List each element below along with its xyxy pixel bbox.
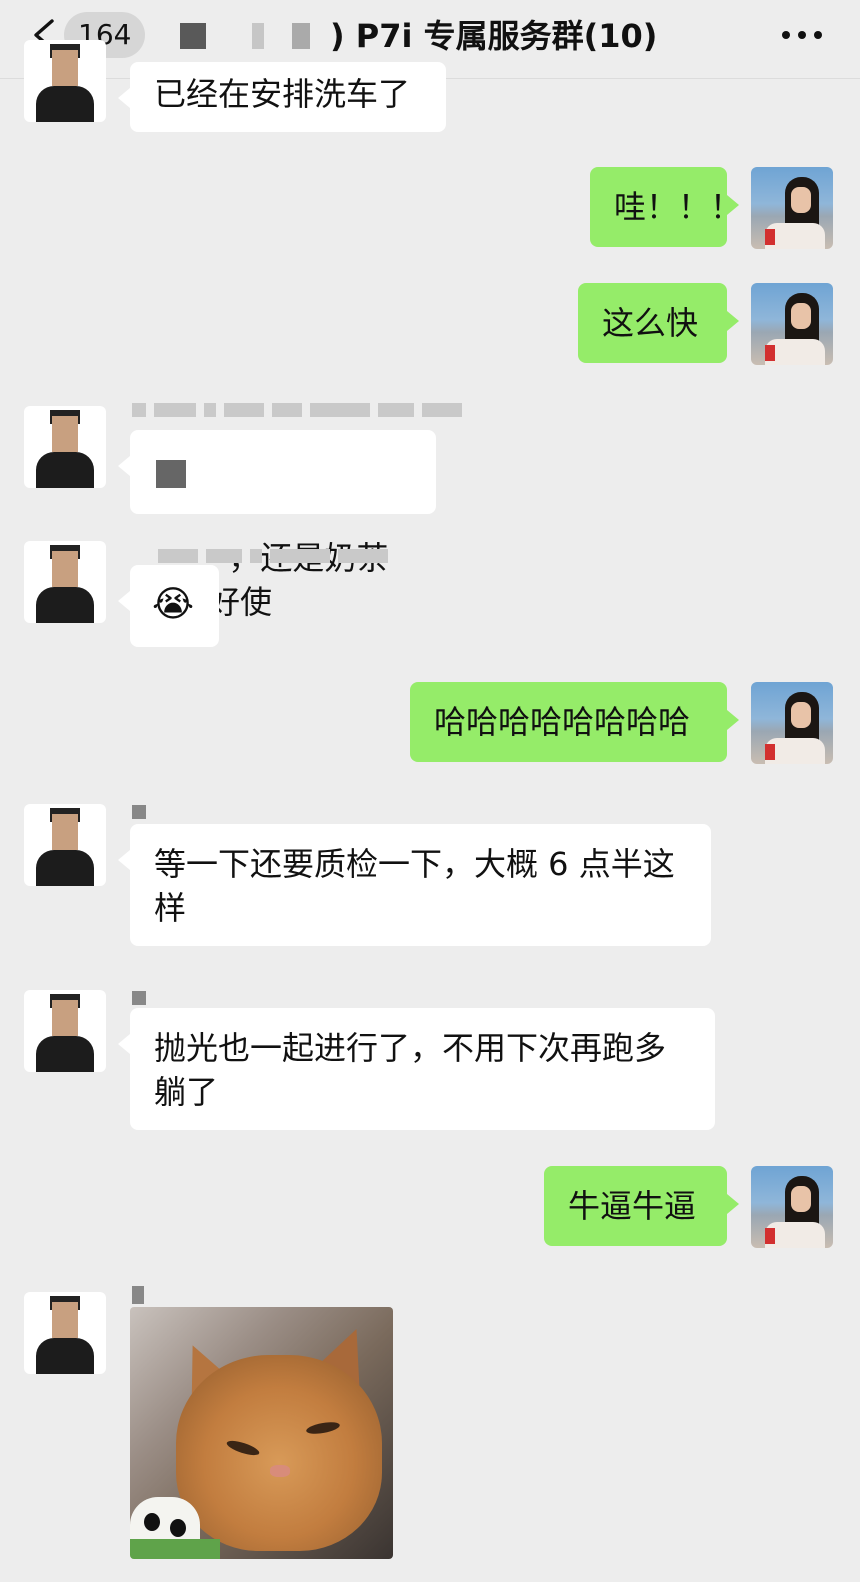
redacted-block bbox=[156, 460, 186, 488]
sender-name-redacted bbox=[132, 1283, 144, 1307]
sender-name-redacted bbox=[132, 800, 146, 824]
avatar[interactable] bbox=[24, 541, 106, 623]
redacted-block bbox=[180, 23, 206, 49]
cat-photo[interactable] bbox=[130, 1307, 393, 1559]
avatar[interactable] bbox=[24, 804, 106, 886]
avatar[interactable] bbox=[751, 167, 833, 249]
sender-name-redacted bbox=[132, 398, 462, 422]
message-bubble-incoming[interactable]: 等一下还要质检一下，大概 6 点半这样 bbox=[118, 824, 711, 946]
redacted-block bbox=[252, 23, 264, 49]
avatar[interactable] bbox=[24, 40, 106, 122]
avatar[interactable] bbox=[24, 1292, 106, 1374]
chat-title-text: ) P7i 专属服务群(10) bbox=[330, 17, 658, 55]
avatar[interactable] bbox=[24, 406, 106, 488]
message-bubble-incoming[interactable]: 抛光也一起进行了，不用下次再跑多躺了 bbox=[118, 1008, 715, 1130]
more-dots-icon[interactable] bbox=[782, 28, 822, 42]
avatar[interactable] bbox=[751, 682, 833, 764]
redacted-block bbox=[292, 23, 310, 49]
message-bubble-outgoing[interactable]: 哇！！！ bbox=[590, 167, 742, 247]
chat-title: ) P7i 专属服务群(10) bbox=[180, 14, 657, 58]
message-bubble-outgoing[interactable]: 哈哈哈哈哈哈哈哈 bbox=[410, 682, 739, 762]
avatar[interactable] bbox=[751, 1166, 833, 1248]
avatar[interactable] bbox=[24, 990, 106, 1072]
avatar[interactable] bbox=[751, 283, 833, 365]
message-bubble-outgoing[interactable]: 牛逼牛逼 bbox=[544, 1166, 739, 1246]
message-bubble-incoming[interactable]: ，还是奶茶好使 bbox=[118, 430, 436, 621]
message-bubble-outgoing[interactable]: 这么快 bbox=[578, 283, 739, 363]
sender-name-redacted bbox=[132, 986, 146, 1010]
message-bubble-incoming[interactable]: 已经在安排洗车了 bbox=[118, 62, 446, 132]
message-bubble-incoming[interactable]: 😭 bbox=[118, 565, 219, 647]
